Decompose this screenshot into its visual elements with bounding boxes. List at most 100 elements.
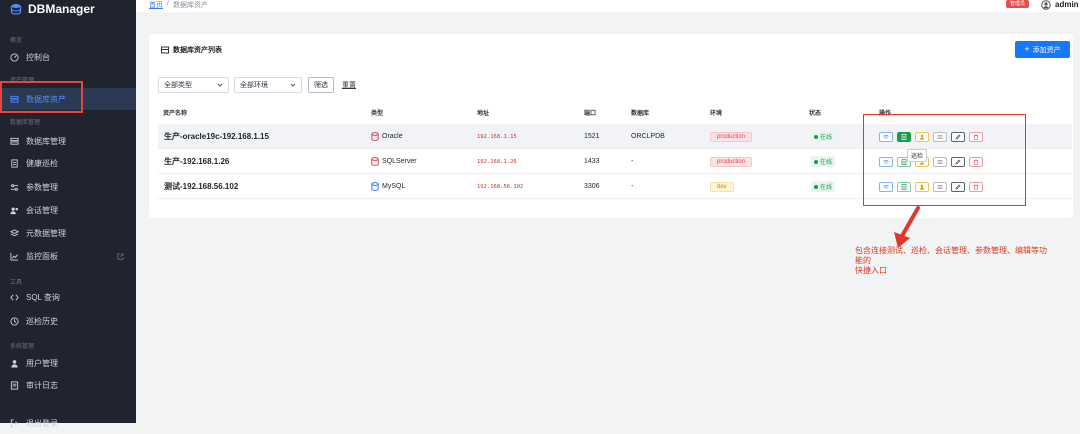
asset-type-label: Oracle bbox=[382, 133, 403, 140]
code-icon bbox=[10, 294, 19, 300]
sidebar-item-inspection-history[interactable]: 巡检历史 bbox=[0, 310, 136, 332]
sidebar-item-dashboard[interactable]: 控制台 bbox=[0, 46, 136, 68]
sidebar-item-label: 参数管理 bbox=[26, 182, 58, 192]
external-link-icon bbox=[117, 252, 124, 260]
user-name[interactable]: admin bbox=[1055, 0, 1079, 9]
env-tag: dev bbox=[710, 181, 734, 192]
sidebar-item-logout[interactable]: 退出登录 bbox=[0, 412, 136, 434]
type-filter-select[interactable]: 全部类型 bbox=[158, 77, 229, 93]
asset-env: production bbox=[710, 149, 753, 174]
sidebar-item-metadata[interactable]: 元数据管理 bbox=[0, 222, 136, 244]
database-icon bbox=[371, 182, 379, 191]
status-badge: 在线 bbox=[811, 131, 836, 142]
sidebar-item-sql-query[interactable]: SQL 查询 bbox=[0, 286, 136, 308]
sidebar-highlight-box bbox=[0, 81, 83, 113]
status-label: 在线 bbox=[820, 160, 833, 166]
sidebar-item-label: SQL 查询 bbox=[26, 292, 60, 302]
sidebar-item-label: 审计日志 bbox=[26, 380, 58, 390]
clock-icon bbox=[10, 316, 19, 326]
dashboard-icon bbox=[10, 52, 19, 62]
sidebar-item-sessions[interactable]: 会话管理 bbox=[0, 199, 136, 221]
sidebar-item-audit-log[interactable]: 审计日志 bbox=[0, 374, 136, 396]
asset-port: 1521 bbox=[584, 133, 600, 140]
column-header-port: 端口 bbox=[584, 111, 597, 117]
status-dot bbox=[814, 134, 818, 139]
users-icon bbox=[10, 207, 19, 214]
sidebar-item-health-check[interactable]: 健康巡检 bbox=[0, 152, 136, 174]
asset-env: dev bbox=[710, 174, 734, 199]
asset-type: MySQL bbox=[371, 174, 405, 199]
add-asset-label: 添加资产 bbox=[1032, 46, 1061, 54]
breadcrumb: 首页 / 数据库资产 bbox=[149, 0, 208, 10]
asset-type-label: SQLServer bbox=[382, 158, 417, 165]
section-tools: 工具 bbox=[10, 280, 23, 286]
status-label: 在线 bbox=[820, 135, 833, 141]
column-header-name: 资产名称 bbox=[163, 111, 188, 117]
sidebar-item-monitor[interactable]: 监控面板 bbox=[0, 245, 136, 267]
log-icon bbox=[10, 380, 19, 390]
column-header-database: 数据库 bbox=[631, 111, 650, 117]
asset-status: 在线 bbox=[811, 124, 836, 149]
logout-icon bbox=[10, 418, 18, 428]
asset-database: - bbox=[631, 158, 634, 165]
env-filter-value: 全部环境 bbox=[240, 82, 268, 89]
section-system: 系统管理 bbox=[10, 344, 35, 350]
env-tag: production bbox=[710, 156, 753, 167]
role-badge: 管理员 bbox=[1006, 0, 1030, 8]
breadcrumb-current: 数据库资产 bbox=[172, 2, 208, 9]
sidebar-item-label: 退出登录 bbox=[26, 418, 58, 428]
asset-status: 在线 bbox=[811, 149, 836, 174]
breadcrumb-home[interactable]: 首页 bbox=[149, 0, 163, 10]
asset-port: 1433 bbox=[584, 158, 600, 165]
env-filter-select[interactable]: 全部环境 bbox=[234, 77, 302, 93]
status-badge: 在线 bbox=[811, 156, 836, 167]
arrow-icon bbox=[894, 206, 920, 248]
sidebar-item-db-management[interactable]: 数据库管理 bbox=[0, 130, 136, 152]
asset-name: 生产-192.168.1.26 bbox=[164, 157, 230, 166]
env-tag: production bbox=[710, 131, 753, 142]
brand[interactable]: DBManager bbox=[0, 0, 136, 18]
column-header-type: 类型 bbox=[371, 111, 384, 117]
sidebar-item-label: 数据库管理 bbox=[26, 136, 66, 146]
user-icon bbox=[11, 359, 18, 368]
column-header-env: 环境 bbox=[710, 111, 723, 117]
sidebar-item-label: 健康巡检 bbox=[26, 158, 58, 168]
asset-env: production bbox=[710, 124, 753, 149]
chevron-down-icon bbox=[217, 83, 223, 87]
sidebar-item-label: 巡检历史 bbox=[26, 316, 58, 326]
asset-address: 192.168.1.26 bbox=[477, 158, 517, 165]
filter-button[interactable]: 筛选 bbox=[308, 77, 334, 93]
status-dot bbox=[814, 184, 818, 189]
reset-link[interactable]: 重置 bbox=[342, 80, 356, 90]
asset-port: 3306 bbox=[584, 183, 600, 190]
card-title-text: 数据库资产列表 bbox=[173, 47, 222, 54]
status-dot bbox=[814, 159, 818, 164]
chevron-down-icon bbox=[290, 83, 296, 87]
chart-icon bbox=[10, 252, 19, 261]
sidebar-item-params[interactable]: 参数管理 bbox=[0, 176, 136, 198]
breadcrumb-separator: / bbox=[167, 0, 169, 7]
asset-database: ORCLPDB bbox=[631, 133, 665, 140]
layers-icon bbox=[10, 228, 19, 236]
section-db-management: 数据库管理 bbox=[10, 120, 41, 126]
sidebar-item-users[interactable]: 用户管理 bbox=[0, 352, 136, 374]
avatar-icon[interactable] bbox=[1041, 0, 1051, 10]
section-overview: 概览 bbox=[10, 38, 23, 44]
asset-name: 测试-192.168.56.102 bbox=[164, 182, 239, 191]
plus-icon: + bbox=[1024, 44, 1030, 54]
sidebar-item-label: 元数据管理 bbox=[26, 228, 66, 238]
type-filter-value: 全部类型 bbox=[164, 82, 192, 89]
add-asset-button[interactable]: + 添加资产 bbox=[1015, 41, 1070, 58]
annotation-line-3: 快捷入口 bbox=[855, 266, 887, 275]
status-badge: 在线 bbox=[811, 181, 836, 192]
sidebar-item-label: 用户管理 bbox=[26, 358, 58, 368]
asset-database: - bbox=[631, 183, 634, 190]
annotation-line-1: 包含连接测试、巡检、会话管理、参数管理、编辑等功 bbox=[855, 246, 1047, 255]
column-header-status: 状态 bbox=[809, 111, 822, 117]
actions-highlight-box bbox=[863, 114, 1026, 206]
list-icon bbox=[161, 46, 169, 54]
top-bar bbox=[136, 0, 1080, 12]
sliders-icon bbox=[10, 183, 19, 191]
asset-type: Oracle bbox=[371, 124, 403, 149]
sidebar: DBManager 概览 控制台 资产管理 数据库资产 数据库管理 数据库管理 … bbox=[0, 0, 136, 428]
